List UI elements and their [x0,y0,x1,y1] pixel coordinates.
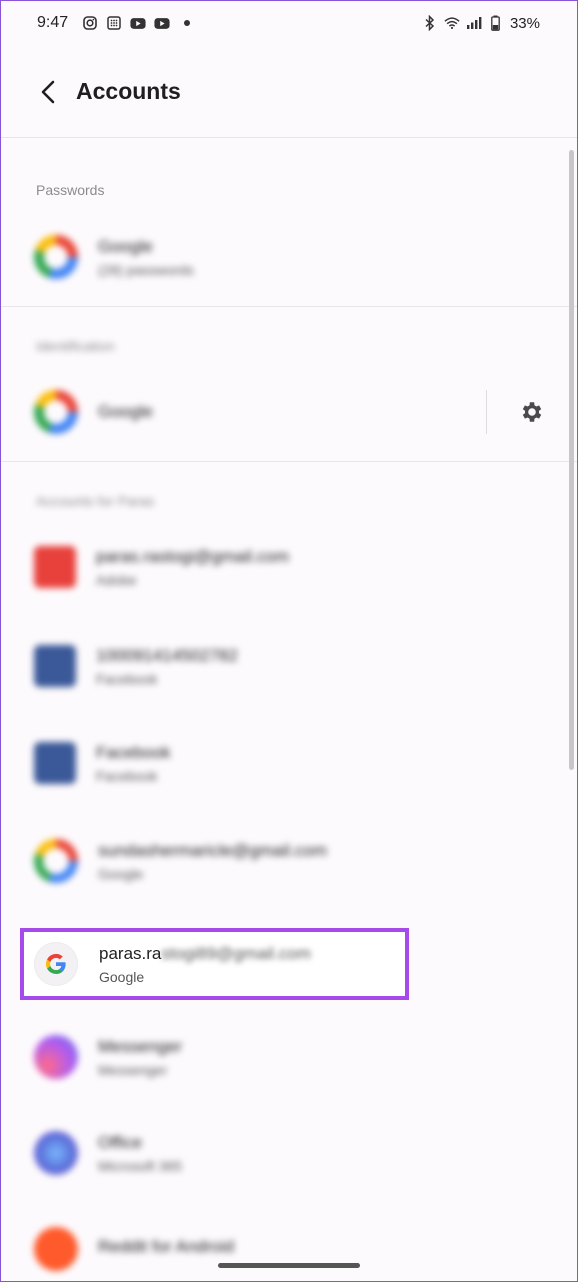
account-row-text: paras.rastogi@gmail.com Adobe [96,547,289,588]
identification-row-title: Google [98,402,153,421]
signal-icon [466,15,482,31]
facebook-icon [34,645,76,687]
passwords-row-title: Google [98,236,153,256]
account-sub: Facebook [96,767,158,784]
account-row-text: sundashermaricle@gmail.com Google [98,841,327,882]
account-row-messenger[interactable]: Messenger Messenger [0,1011,578,1103]
account-row-office[interactable]: Office Microsoft 365 [0,1107,578,1199]
account-sub: Google [98,865,144,882]
account-email-blurred: stogi89@gmail.com [161,943,311,963]
account-row-google-highlighted[interactable]: paras.ra stogi89@gmail.com Google [34,929,311,999]
account-row-adobe[interactable]: paras.rastogi@gmail.com Adobe [0,521,578,613]
google-icon [34,235,78,279]
account-title: sundashermaricle@gmail.com [98,840,327,860]
battery-icon [488,15,504,31]
youtube-icon [130,15,146,31]
account-sub: Google [99,968,145,985]
identification-row[interactable]: Google [0,366,578,458]
back-button[interactable] [34,78,62,106]
account-sub: Adobe [96,571,137,588]
account-row-text: Messenger Messenger [98,1037,182,1078]
page-title: Accounts [76,78,181,104]
status-time: 9:47 [37,14,69,31]
settings-button[interactable] [518,398,546,426]
account-title: paras.rastogi@gmail.com [96,546,289,566]
account-row-facebook[interactable]: 100091414502782 Facebook [0,620,578,712]
account-row-text: Office Microsoft 365 [98,1133,182,1174]
google-icon [34,390,78,434]
status-bar: 9:47 33% [0,0,578,46]
gear-icon [522,402,542,422]
instagram-icon [82,15,98,31]
chevron-left-icon [41,80,55,103]
passwords-row-text: Google (28) passwords [98,237,194,278]
account-row-text: 100091414502782 Facebook [96,646,238,687]
account-sub: Microsoft 365 [98,1157,183,1174]
account-title: Office [98,1132,143,1152]
divider [0,461,578,462]
reddit-icon [34,1227,78,1271]
account-sub: Messenger [98,1061,168,1078]
status-left: 9:47 [37,14,191,32]
google-g-icon [34,942,78,986]
scrollbar[interactable] [569,150,574,770]
facebook-icon [34,742,76,784]
passwords-row[interactable]: Google (28) passwords [0,211,578,303]
notification-dot-icon [184,20,191,26]
account-title: Messenger [98,1036,183,1056]
identification-section-label: Identification [36,338,115,354]
passwords-section-label: Passwords [36,182,105,198]
home-indicator[interactable] [218,1263,360,1268]
messenger-icon [34,1035,78,1079]
account-row-google[interactable]: sundashermaricle@gmail.com Google [0,815,578,907]
youtube-icon [154,15,170,31]
account-row-facebook[interactable]: Facebook Facebook [0,717,578,809]
app-bar: Accounts [0,46,578,138]
app-grid-icon [106,15,122,31]
accounts-list: Passwords Google (28) passwords Identifi… [0,139,578,1282]
account-email: paras.ra stogi89@gmail.com [99,944,311,964]
office-icon [34,1131,78,1175]
status-right: 33% [422,15,540,32]
passwords-row-sub: (28) passwords [98,261,194,278]
account-row-reddit[interactable]: Reddit for Android [0,1203,578,1282]
adobe-icon [34,546,76,588]
account-row-text: Facebook Facebook [96,743,171,784]
identification-row-text: Google [98,402,153,422]
account-sub: Facebook [96,670,158,687]
divider [0,306,578,307]
battery-percent: 33% [509,14,540,32]
account-title: 100091414502782 [96,645,238,665]
account-row-text: paras.ra stogi89@gmail.com Google [99,944,311,985]
account-title: Facebook [96,742,171,762]
account-title: Reddit for Android [98,1236,235,1256]
account-row-text: Reddit for Android [98,1237,234,1262]
accounts-section-label: Accounts for Paras [36,493,155,509]
bluetooth-icon [422,15,438,31]
wifi-icon [444,15,460,31]
vertical-separator [486,390,487,434]
google-icon [34,839,78,883]
account-email-visible: paras.ra [99,943,162,963]
